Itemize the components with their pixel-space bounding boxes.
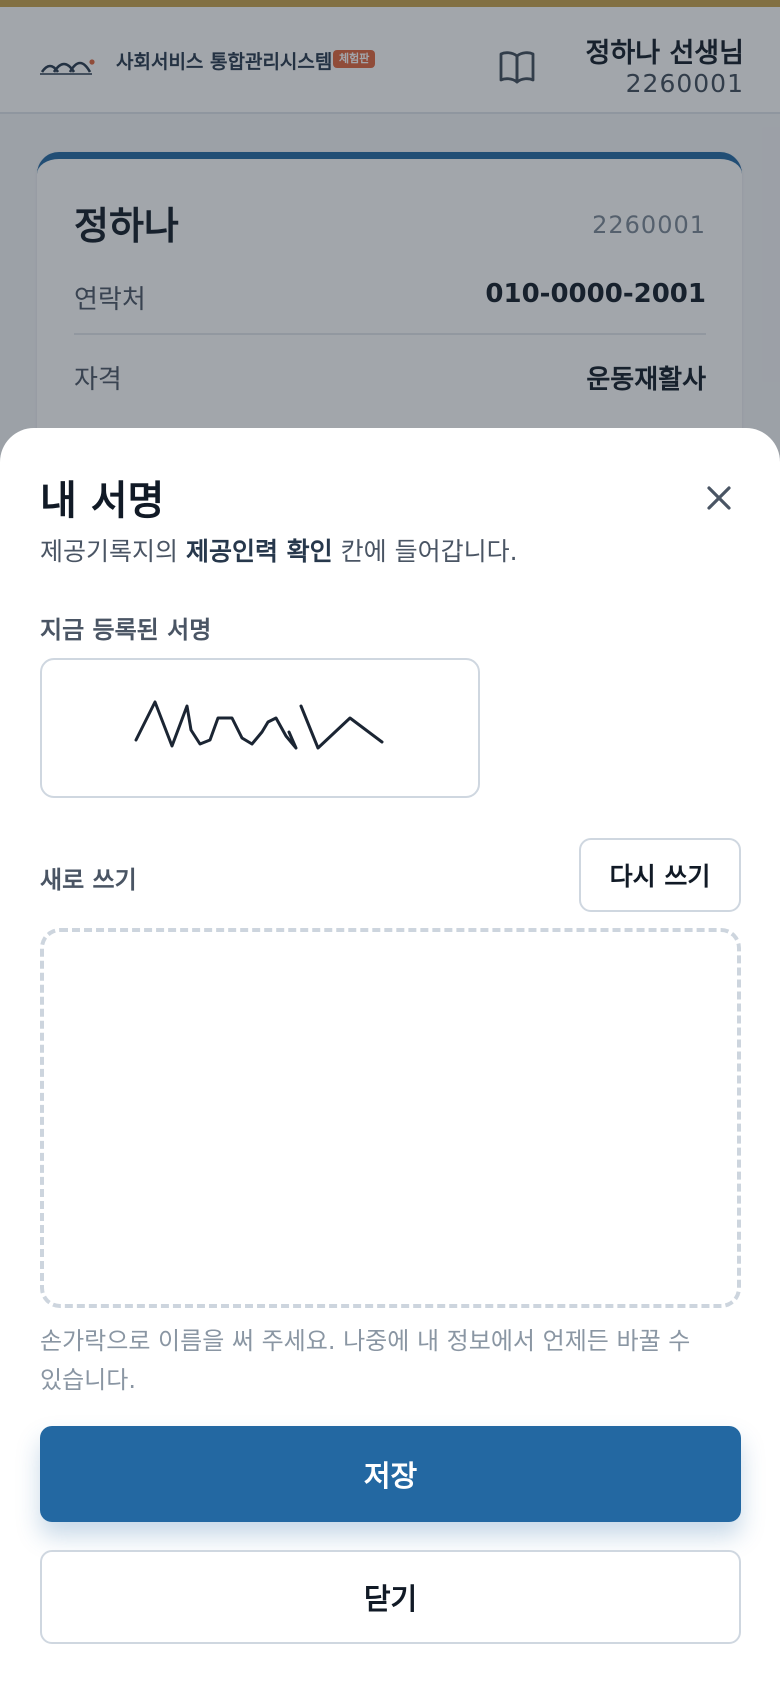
save-button[interactable]: 저장	[40, 1426, 741, 1522]
close-icon[interactable]	[702, 481, 736, 515]
new-signature-label: 새로 쓰기	[40, 866, 137, 894]
close-button[interactable]: 닫기	[40, 1550, 741, 1644]
sheet-title: 내 서명	[40, 478, 165, 524]
desc-suffix: 칸에 들어갑니다.	[332, 537, 518, 566]
current-signature-preview	[40, 658, 480, 798]
rewrite-button[interactable]: 다시 쓰기	[579, 838, 741, 912]
desc-bold: 제공인력 확인	[185, 537, 333, 566]
signature-image	[134, 700, 384, 750]
signature-hint: 손가락으로 이름을 써 주세요. 나중에 내 정보에서 언제든 바꿀 수 있습니…	[40, 1327, 691, 1394]
signature-sheet: 내 서명 제공기록지의 제공인력 확인 칸에 들어갑니다. 지금 등록된 서명 …	[0, 428, 780, 1688]
desc-prefix: 제공기록지의	[40, 537, 186, 566]
current-signature-label: 지금 등록된 서명	[40, 616, 212, 644]
sheet-description: 제공기록지의 제공인력 확인 칸에 들어갑니다.	[40, 532, 518, 568]
signature-pad[interactable]	[40, 928, 741, 1308]
